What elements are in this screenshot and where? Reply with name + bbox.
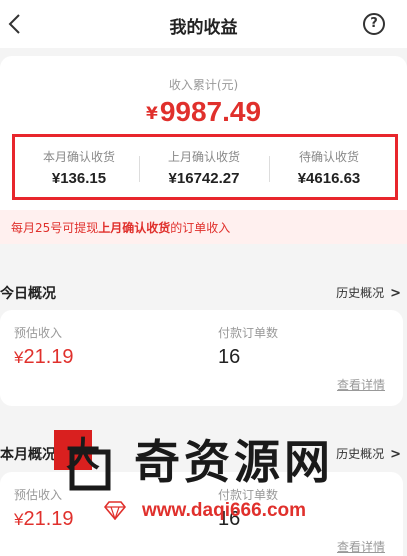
stat-value: ¥4616.63 (297, 170, 361, 187)
nav-bar: 我的收益 ? (0, 0, 407, 48)
cumulative-income-value: ¥9987.49 (0, 96, 407, 128)
confirmed-receipt-stats: 本月确认收货 ¥136.15 上月确认收货 ¥16742.27 待确认收货 ¥4… (12, 134, 398, 200)
today-overview-title: 今日概况 (0, 286, 56, 302)
estimated-income-value: ¥21.19 (14, 346, 74, 368)
view-details-link[interactable]: 查看详情 (337, 376, 385, 393)
watermark: 大 奇资源网 www.daqi666.com (52, 426, 392, 530)
cumulative-income-label: 收入累计(元) (168, 78, 239, 92)
watermark-url: www.daqi666.com (142, 500, 307, 521)
stat-value: ¥136.15 (51, 170, 107, 187)
paid-orders-value: 16 (218, 346, 241, 368)
brand-logo-icon: 大 (54, 430, 111, 491)
notice-highlight: 上月确认收货 (98, 221, 171, 235)
today-overview-card: 预估收入 ¥21.19 付款订单数 16 查看详情 (0, 310, 403, 406)
paid-orders-label: 付款订单数 (218, 326, 279, 340)
stat-pending: 待确认收货 ¥4616.63 (265, 137, 393, 197)
stat-label: 本月确认收货 (42, 150, 115, 164)
withdraw-notice: 每月25号可提现上月确认收货的订单收入 (0, 210, 407, 244)
history-link-label: 历史概况 (336, 286, 385, 300)
stat-value: ¥16742.27 (168, 170, 240, 187)
chevron-right-icon: > (390, 286, 401, 301)
notice-suffix: 的订单收入 (170, 221, 231, 235)
view-details-link[interactable]: 查看详情 (337, 538, 385, 555)
stat-last-month: 上月确认收货 ¥16742.27 (140, 137, 268, 197)
estimated-income-label: 预估收入 (14, 326, 63, 340)
page-title: 我的收益 (169, 18, 238, 38)
notice-prefix: 每月25号可提现 (11, 221, 99, 235)
help-icon[interactable]: ? (363, 13, 385, 35)
notice-text: 每月25号可提现上月确认收货的订单收入 (11, 219, 230, 236)
month-overview-title: 本月概况 (0, 447, 56, 463)
stat-label: 上月确认收货 (167, 150, 240, 164)
stat-this-month: 本月确认收货 ¥136.15 (15, 137, 143, 197)
today-history-link[interactable]: 历史概况 > (336, 284, 401, 301)
logo-char: 大 (66, 435, 100, 475)
currency-symbol: ¥ (145, 104, 158, 124)
diamond-icon (104, 501, 126, 520)
watermark-brand: 奇资源网 (134, 435, 334, 489)
cumulative-income-amount: 9987.49 (159, 96, 262, 127)
stat-label: 待确认收货 (298, 150, 359, 164)
